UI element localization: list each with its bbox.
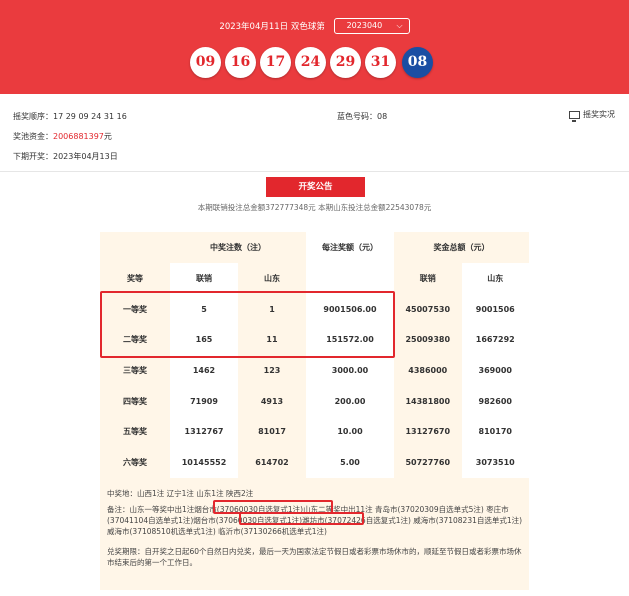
col-total-shandong: 山东 — [461, 263, 529, 294]
draw-header: 2023年04月11日 双色球第 2023040 ⌵ — [0, 18, 629, 34]
union-total: 13127670 — [405, 427, 451, 437]
shandong-count: 1 — [269, 304, 275, 314]
union-count: 5 — [170, 294, 238, 325]
union-total: 25009380 — [405, 335, 451, 345]
shandong-total: 982600 — [461, 385, 529, 417]
red-ball: 17 — [260, 47, 291, 78]
union-total: 45007530 — [405, 304, 451, 314]
draw-banner: 2023年04月11日 双色球第 2023040 ⌵ 09 16 17 24 2… — [0, 0, 629, 94]
corner-cell — [100, 232, 170, 263]
shandong-count: 614702 — [255, 457, 289, 467]
col-level: 奖等 — [127, 274, 143, 283]
union-count: 1312767 — [170, 416, 238, 447]
col-per-prize-empty — [306, 263, 394, 294]
red-ball: 29 — [330, 47, 361, 78]
col-shandong: 山东 — [264, 274, 280, 283]
prize-level: 一等奖 — [123, 304, 147, 314]
col-winners-count: 中奖注数（注） — [210, 243, 266, 252]
redemption-period: 兑奖期限：自开奖之日起60个自然日内兑奖，最后一天为国家法定节假日或者彩票市场休… — [107, 547, 522, 567]
shandong-total: 369000 — [461, 355, 529, 386]
per-prize: 9001506.00 — [306, 294, 394, 325]
shandong-count: 11 — [266, 335, 278, 345]
per-prize: 151572.00 — [306, 324, 394, 356]
table-sub-header: 奖等 联销 山东 联销 山东 — [100, 263, 529, 294]
draw-order: 摇奖顺序：17 29 09 24 31 16 — [13, 112, 127, 121]
shandong-total: 9001506 — [461, 294, 529, 325]
announcement-button[interactable]: 开奖公告 — [266, 177, 365, 197]
union-count: 71909 — [170, 385, 238, 417]
col-total-union: 联销 — [419, 274, 436, 283]
red-ball: 31 — [365, 47, 396, 78]
replay-link[interactable]: 摇奖实况 — [569, 109, 615, 122]
table-row: 五等奖 1312767 81017 10.00 13127670 810170 — [100, 416, 529, 447]
shandong-count: 123 — [263, 365, 281, 375]
blue-number-label: 蓝色号码：08 — [337, 112, 388, 121]
union-count: 1462 — [170, 355, 238, 386]
per-prize: 10.00 — [306, 416, 394, 447]
prize-level: 五等奖 — [123, 427, 147, 437]
per-prize: 3000.00 — [306, 355, 394, 386]
shandong-count: 4913 — [260, 396, 284, 406]
table-group-header: 中奖注数（注） 每注奖额（元） 奖金总额（元） — [100, 232, 529, 263]
red-ball: 09 — [190, 47, 221, 78]
per-prize: 5.00 — [306, 446, 394, 478]
prize-level: 四等奖 — [123, 396, 147, 406]
chevron-down-icon: ⌵ — [396, 21, 403, 30]
monitor-icon — [569, 110, 580, 122]
prize-pool: 奖池资金：2006881397元 — [13, 131, 112, 142]
shandong-count: 81017 — [258, 427, 286, 437]
prize-level: 二等奖 — [123, 335, 147, 345]
union-count: 165 — [170, 324, 238, 356]
union-count: 10145552 — [170, 446, 238, 478]
next-draw-date: 下期开奖：2023年04月13日 — [13, 152, 118, 161]
per-prize: 200.00 — [306, 385, 394, 417]
union-total: 14381800 — [405, 396, 451, 406]
replay-label: 摇奖实况 — [583, 110, 615, 119]
col-per-prize: 每注奖额（元） — [306, 232, 394, 263]
prize-panel: 中奖注数（注） 每注奖额（元） 奖金总额（元） 奖等 联销 山东 联销 山东 一… — [100, 232, 529, 590]
sales-summary: 本期联销投注总金额372777348元 本期山东投注总金额22543078元 — [197, 203, 432, 212]
table-row: 六等奖 10145552 614702 5.00 50727760 307351… — [100, 446, 529, 478]
remark-text: 备注：山东一等奖中出1注烟台市(37060030自选复式1注)山东二等奖中出11… — [107, 505, 523, 536]
table-row: 三等奖 1462 123 3000.00 4386000 369000 — [100, 355, 529, 386]
red-ball: 16 — [225, 47, 256, 78]
blue-ball: 08 — [402, 47, 433, 78]
table-row: 一等奖 5 1 9001506.00 45007530 9001506 — [100, 294, 529, 325]
prize-pool-label: 奖池资金： — [13, 132, 53, 141]
shandong-total: 1667292 — [461, 324, 529, 356]
issue-select[interactable]: 2023040 ⌵ — [333, 18, 410, 34]
winning-regions: 中奖地：山西1注 辽宁1注 山东1注 陕西2注 — [107, 489, 254, 498]
prize-pool-unit: 元 — [103, 132, 112, 141]
shandong-total: 810170 — [461, 416, 529, 447]
table-row: 二等奖 165 11 151572.00 25009380 1667292 — [100, 324, 529, 356]
prize-pool-value: 2006881397 — [53, 132, 104, 141]
prize-level: 六等奖 — [123, 457, 147, 467]
union-total: 50727760 — [405, 457, 451, 467]
prize-level: 三等奖 — [123, 365, 147, 375]
prize-table: 中奖注数（注） 每注奖额（元） 奖金总额（元） 奖等 联销 山东 联销 山东 一… — [100, 232, 529, 478]
union-total: 4386000 — [408, 365, 448, 375]
col-total-prize: 奖金总额（元） — [433, 243, 490, 252]
red-ball: 24 — [295, 47, 326, 78]
draw-date: 2023年04月11日 双色球第 — [219, 22, 325, 32]
shandong-total: 3073510 — [461, 446, 529, 478]
divider — [0, 171, 629, 172]
issue-value: 2023040 — [346, 21, 383, 30]
table-row: 四等奖 71909 4913 200.00 14381800 982600 — [100, 385, 529, 417]
col-union: 联销 — [170, 263, 238, 294]
